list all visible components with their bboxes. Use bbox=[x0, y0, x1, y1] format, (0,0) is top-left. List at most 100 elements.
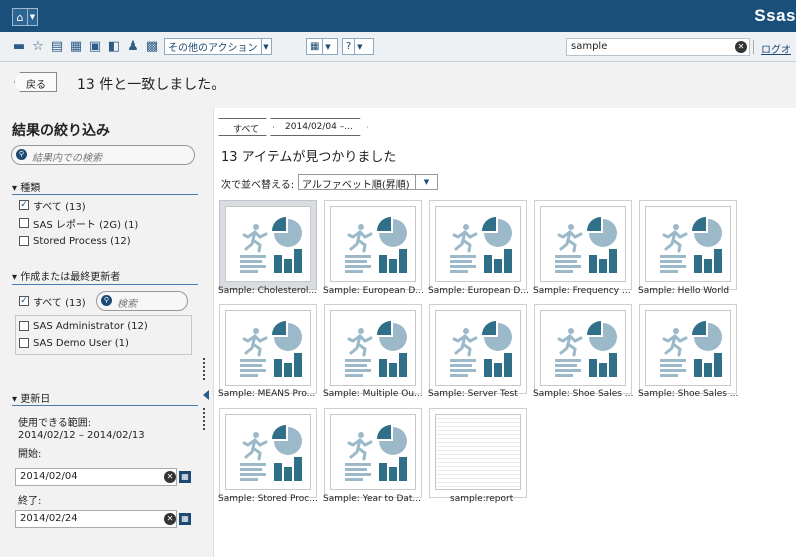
item-label[interactable]: Sample: Cholesterol... bbox=[218, 286, 322, 296]
stored-process-tile[interactable] bbox=[429, 200, 527, 290]
stored-process-thumbnail bbox=[435, 206, 521, 282]
checkbox[interactable] bbox=[19, 236, 29, 246]
results-area: すべて 2014/02/04 –... 13 アイテムが見つかりました 次で並べ… bbox=[213, 108, 796, 557]
item-label[interactable]: Sample: Shoe Sales ... bbox=[533, 389, 637, 399]
author-filter-sas-demo-user[interactable]: SAS Demo User (1) bbox=[19, 337, 129, 349]
item-label[interactable]: Sample: Frequency ... bbox=[533, 286, 637, 296]
author-search-placeholder: 検索 bbox=[117, 299, 137, 310]
folder-icon[interactable]: ▬ bbox=[12, 40, 26, 54]
author-section-heading[interactable]: ▾ 作成または最終更新者 bbox=[12, 268, 120, 283]
author-search-input[interactable]: ⚲ 検索 bbox=[96, 291, 188, 311]
report-icon[interactable]: ▤ bbox=[50, 40, 64, 54]
favorites-star-icon[interactable]: ☆ bbox=[31, 40, 45, 54]
stored-process-icon bbox=[226, 311, 310, 385]
item-label[interactable]: Sample: Shoe Sales ... bbox=[638, 389, 742, 399]
dashboard-icon[interactable]: ◧ bbox=[107, 40, 121, 54]
checkbox-label: すべて (13) bbox=[33, 201, 86, 213]
grid-icon[interactable]: ▦ bbox=[69, 40, 83, 54]
type-filter-all[interactable]: ✓ すべて (13) bbox=[19, 199, 86, 213]
chevron-down-icon: ▼ bbox=[415, 175, 437, 189]
stored-process-tile[interactable] bbox=[534, 304, 632, 394]
date-section-heading[interactable]: ▾ 更新日 bbox=[12, 390, 50, 405]
stored-process-icon bbox=[541, 207, 625, 281]
end-date-input[interactable]: 2014/02/24 bbox=[15, 510, 177, 528]
divider bbox=[12, 405, 198, 406]
checkbox[interactable] bbox=[19, 338, 29, 348]
home-menu-button[interactable]: ⌂ ▼ bbox=[12, 8, 38, 26]
users-icon[interactable]: ♟ bbox=[126, 40, 140, 54]
clear-date-icon[interactable]: ✕ bbox=[164, 471, 176, 483]
stored-process-tile[interactable] bbox=[639, 200, 737, 290]
item-label[interactable]: Sample: Stored Proc... bbox=[218, 494, 322, 504]
checkbox[interactable] bbox=[19, 218, 29, 228]
stored-process-thumbnail bbox=[225, 206, 311, 282]
breadcrumb-all[interactable]: すべて bbox=[218, 118, 274, 136]
stored-process-tile[interactable] bbox=[534, 200, 632, 290]
help-icon: ? bbox=[346, 41, 352, 52]
stored-process-tile[interactable] bbox=[219, 200, 317, 290]
sas-logo: Ssas bbox=[754, 6, 796, 25]
top-bar: ⌂ ▼ Ssas bbox=[0, 0, 796, 32]
clear-search-icon[interactable]: ✕ bbox=[735, 41, 747, 53]
type-filter-sas-report[interactable]: SAS レポート (2G) (1) bbox=[19, 217, 139, 231]
checkbox-label: SAS レポート (2G) (1) bbox=[33, 219, 139, 231]
stored-process-tile[interactable] bbox=[219, 304, 317, 394]
type-section-heading[interactable]: ▾ 種類 bbox=[12, 179, 40, 194]
filter-search-input[interactable]: ⚲ 結果内での検索 bbox=[11, 145, 195, 165]
stored-process-tile[interactable] bbox=[639, 304, 737, 394]
item-label[interactable]: Sample: European D... bbox=[428, 286, 532, 296]
chevron-down-icon: ▼ bbox=[260, 39, 271, 54]
search-input[interactable]: sample bbox=[566, 38, 750, 56]
item-label[interactable]: Sample: Year to Dat... bbox=[323, 494, 427, 504]
stored-process-tile[interactable] bbox=[429, 304, 527, 394]
help-menu[interactable]: ? ▼ bbox=[342, 38, 374, 55]
stored-process-tile[interactable] bbox=[324, 304, 422, 394]
item-label[interactable]: Sample: Hello World bbox=[638, 286, 742, 296]
view-menu[interactable]: ▦ ▼ bbox=[306, 38, 338, 55]
item-label[interactable]: Sample: Server Test bbox=[428, 389, 532, 399]
start-date-input[interactable]: 2014/02/04 bbox=[15, 468, 177, 486]
stored-process-tile[interactable] bbox=[324, 408, 422, 498]
end-label: 終了: bbox=[18, 496, 42, 507]
calendar-icon[interactable]: ▦ bbox=[179, 513, 191, 525]
stored-process-thumbnail bbox=[540, 310, 626, 386]
back-button[interactable]: 戻る bbox=[14, 72, 57, 92]
chevron-down-icon: ▼ bbox=[322, 39, 332, 54]
checkbox[interactable] bbox=[19, 321, 29, 331]
type-filter-stored-process[interactable]: Stored Process (12) bbox=[19, 235, 131, 247]
item-label[interactable]: Sample: MEANS Pro... bbox=[218, 389, 322, 399]
sort-select[interactable]: アルファベット順(昇順) ▼ bbox=[298, 174, 438, 191]
items-found-heading: 13 アイテムが見つかりました bbox=[221, 150, 397, 165]
checkbox-label: Stored Process (12) bbox=[33, 235, 131, 247]
divider bbox=[753, 40, 754, 54]
author-filter-sas-administrator[interactable]: SAS Administrator (12) bbox=[19, 320, 148, 332]
explore-icon[interactable]: ▩ bbox=[145, 40, 159, 54]
stored-process-icon bbox=[541, 311, 625, 385]
logoff-link[interactable]: ログオ bbox=[761, 41, 791, 56]
stored-process-icon bbox=[331, 207, 415, 281]
stored-process-tile[interactable] bbox=[219, 408, 317, 498]
filter-panel: 結果の絞り込み ⚲ 結果内での検索 ▾ 種類 ✓ すべて (13) SAS レポ… bbox=[0, 108, 203, 557]
stored-process-icon bbox=[226, 207, 310, 281]
stored-process-icon bbox=[331, 415, 415, 489]
stored-process-tile[interactable] bbox=[324, 200, 422, 290]
item-label[interactable]: sample:report bbox=[450, 494, 554, 504]
item-label[interactable]: Sample: European D... bbox=[323, 286, 427, 296]
stored-process-thumbnail bbox=[225, 414, 311, 490]
divider bbox=[12, 194, 198, 195]
calendar-icon[interactable]: ▦ bbox=[179, 471, 191, 483]
author-filter-all[interactable]: ✓ すべて (13) bbox=[19, 295, 86, 309]
panel-splitter[interactable] bbox=[203, 108, 213, 557]
stored-process-icon bbox=[331, 311, 415, 385]
checkbox-checked[interactable]: ✓ bbox=[19, 296, 29, 306]
collapse-arrow-icon[interactable] bbox=[203, 390, 209, 400]
checkbox-checked[interactable]: ✓ bbox=[19, 200, 29, 210]
clear-date-icon[interactable]: ✕ bbox=[164, 513, 176, 525]
breadcrumb-date[interactable]: 2014/02/04 –... bbox=[270, 118, 368, 136]
item-label[interactable]: Sample: Multiple Ou... bbox=[323, 389, 427, 399]
document-icon[interactable]: ▣ bbox=[88, 40, 102, 54]
more-actions-menu[interactable]: その他のアクション ▼ bbox=[164, 38, 272, 55]
more-actions-label: その他のアクション bbox=[168, 43, 258, 54]
table-view-icon: ▦ bbox=[310, 41, 320, 52]
report-tile[interactable] bbox=[429, 408, 527, 498]
